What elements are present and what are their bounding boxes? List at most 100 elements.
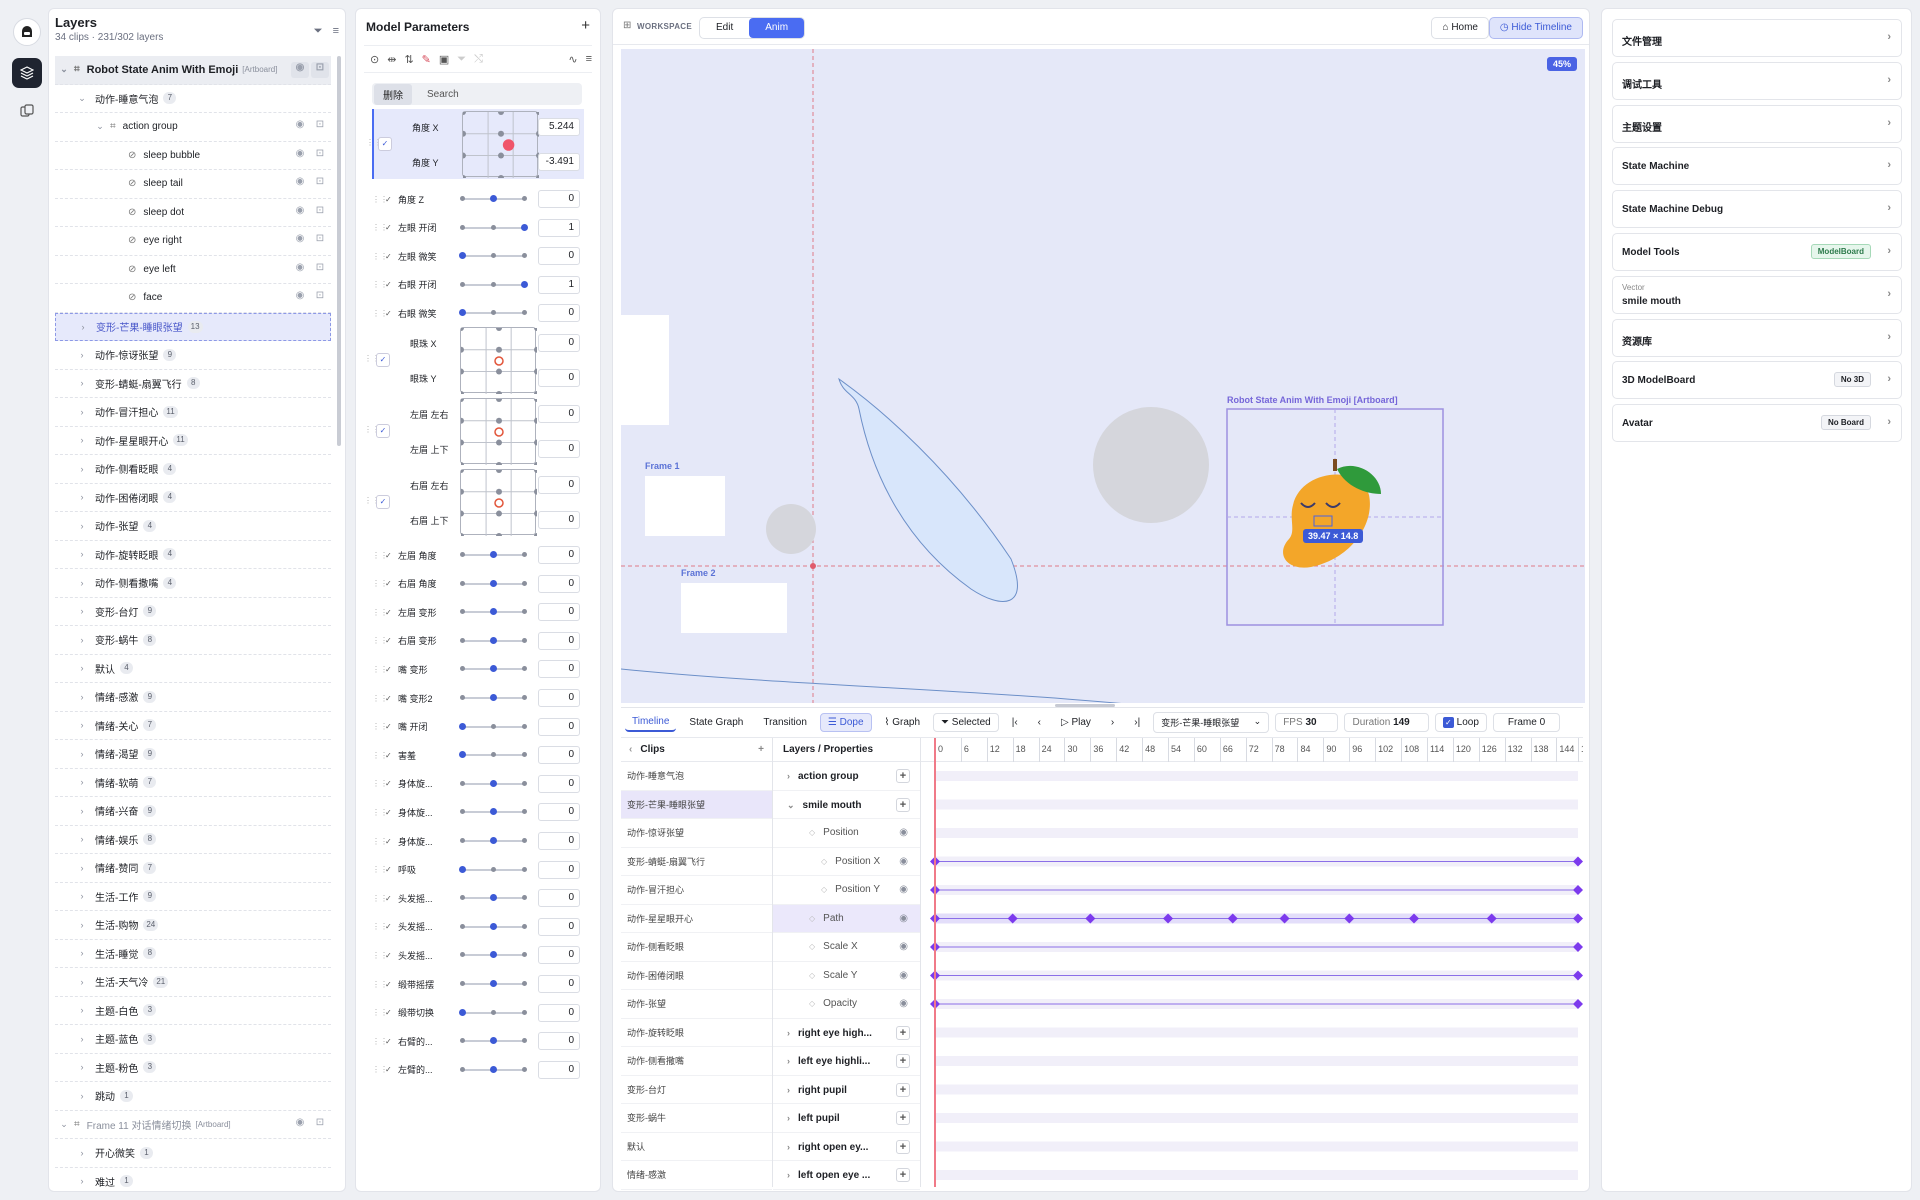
app-logo-icon[interactable] [13,18,41,46]
layer-row[interactable]: › 主题-粉色 3 [55,1054,331,1082]
parameter-row[interactable]: ⋮⋮ ✓ 右眉 角度 0 [372,570,584,598]
frame-field[interactable]: Frame 0 [1492,713,1561,732]
chevron-right-icon[interactable]: › [77,834,87,844]
pen-small-icon[interactable]: ✓ [385,1008,395,1017]
link-toggle-icon[interactable]: ✓ [376,353,390,367]
track-bar[interactable] [935,828,1578,838]
collapse-icon[interactable]: ‹ [629,744,632,755]
clip-item[interactable]: 情绪-感激 [621,1161,772,1190]
chevron-right-icon[interactable]: › [77,1062,87,1072]
parameter-value[interactable]: 0 [538,574,580,593]
layer-row[interactable]: › 情绪-渴望 9 [55,740,331,769]
layer-row[interactable]: › 跳动 1 [55,1082,331,1111]
layer-row[interactable]: › 情绪-感激 9 [55,683,331,712]
chevron-right-icon[interactable]: › [787,771,790,781]
parameter-slider[interactable] [460,779,527,787]
property-row[interactable]: › right pupil + [773,1076,920,1104]
clip-item[interactable]: 变形-台灯 [621,1076,772,1104]
pen-small-icon[interactable]: ✓ [385,579,395,588]
drag-handle-icon[interactable]: ⋮⋮ [372,252,388,261]
pen-small-icon[interactable]: ✓ [385,694,395,703]
track-bar[interactable] [935,1056,1578,1066]
drag-handle-icon[interactable]: ⋮⋮ [372,1037,388,1046]
chevron-right-icon[interactable]: › [77,720,87,730]
clip-item[interactable]: 动作-星星眼开心 [621,905,772,933]
slider-knob[interactable] [490,894,497,902]
drag-handle-icon[interactable]: ⋮⋮ [372,751,388,760]
drag-handle-icon[interactable]: ⋮⋮ [372,722,388,731]
mode-anim[interactable]: Anim [749,18,805,38]
lock-icon[interactable]: ⊡ [311,148,329,164]
frame-ruler[interactable]: 0 6 12 18 24 30 36 42 48 54 60 66 72 78 84 90 96 102 108 11… [921,738,1583,762]
slider-knob[interactable] [490,579,497,587]
parameter-slider[interactable] [460,1065,527,1073]
chevron-right-icon[interactable]: › [77,549,87,559]
slider-knob[interactable] [490,808,497,816]
eye-icon[interactable]: ◉ [291,1117,309,1133]
slider-knob[interactable] [459,1008,466,1016]
eye-icon[interactable]: ◉ [899,933,908,961]
parameter-value[interactable]: 0 [538,631,580,650]
eye-icon[interactable]: ◉ [291,205,309,221]
pen-small-icon[interactable]: ✓ [385,751,395,760]
property-row[interactable]: ◇ Position ◉ [773,819,920,848]
parameter-value[interactable]: 0 [538,439,580,458]
parameter-slider[interactable] [460,951,527,959]
last-frame-button[interactable]: ›| [1127,714,1147,731]
chevron-right-icon[interactable]: › [787,1028,790,1038]
parameter-value[interactable]: 0 [538,832,580,850]
parameter-slider[interactable] [459,865,527,873]
wave-icon[interactable]: ∿ [568,53,577,66]
keyframe-toggle-icon[interactable]: ◇ [809,914,815,923]
drag-handle-icon[interactable]: ⋮⋮ [372,865,388,874]
layer-row[interactable]: ⊘ eye left ◉ ⊡ [55,256,331,284]
slider-knob[interactable] [490,951,497,959]
filter-icon[interactable]: ⏷ [314,25,323,38]
drag-handle-icon[interactable]: ⋮⋮ [372,922,388,931]
parameter-row[interactable]: ⋮⋮ ✓ 缎带摇摆 0 [372,970,584,998]
drag-handle-icon[interactable]: ⋮⋮ [372,665,388,674]
selected-filter-button[interactable]: ⏷ Selected [933,713,999,732]
property-row[interactable]: ◇ Scale X ◉ [773,933,920,962]
drag-handle-icon[interactable]: ⋮⋮ [372,280,388,289]
parameter-slider[interactable] [460,665,527,673]
pen-small-icon[interactable]: ✓ [385,779,395,788]
chevron-down-icon[interactable]: ⌄ [59,64,69,75]
slider-knob[interactable] [490,1065,497,1073]
drag-handle-icon[interactable]: ⋮⋮ [372,808,388,817]
pen-small-icon[interactable]: ✓ [385,665,395,674]
pen-small-icon[interactable]: ✓ [385,894,395,903]
keyframe-toggle-icon[interactable]: ◇ [821,857,827,866]
layer-row[interactable]: › 变形-蜗牛 8 [55,626,331,655]
chevron-down-icon[interactable]: ⌄ [95,121,105,132]
parameter-value[interactable]: 0 [538,510,580,529]
parameter-row[interactable]: ⋮⋮ ✓ 左眉 变形 0 [372,598,584,626]
parameter-row[interactable]: ⋮⋮ ✓ 嘴 变形2 0 [372,684,584,712]
layer-row[interactable]: › 变形-芒果-睡眼张望 13 [55,312,331,341]
frame-1-label[interactable]: Frame 1 [645,461,680,471]
parameter-value[interactable]: 0 [538,333,580,352]
lock-icon[interactable]: ⊡ [311,233,329,249]
parameter-row[interactable]: ⋮⋮ ✓ 嘴 开闭 0 [372,713,584,741]
drag-handle-icon[interactable]: ⋮⋮ [372,694,388,703]
chevron-right-icon[interactable]: › [77,977,87,987]
right-menu-item[interactable]: State Machine › [1612,147,1902,186]
parameter-value[interactable]: 0 [538,1060,580,1079]
sleep-bubble-shape[interactable] [838,377,1018,602]
add-clip-button[interactable]: + [758,738,764,762]
parameter-row[interactable]: ⋮⋮ ✓ 身体旋... 0 [372,827,584,855]
mode-edit[interactable]: Edit [700,18,749,38]
layer-row[interactable]: › 生活-天气冷 21 [55,968,331,997]
tab-timeline[interactable]: Timeline [625,713,677,732]
drag-handle-icon[interactable]: ⋮⋮ [372,894,388,903]
parameter-slider[interactable] [460,579,527,587]
layer-row[interactable]: › 动作-冒汗担心 11 [55,398,331,427]
lock-icon[interactable]: ⊡ [311,290,329,306]
slider-knob[interactable] [490,922,497,930]
slider-knob[interactable] [459,722,466,730]
parameter-slider[interactable] [460,980,527,987]
layer-row[interactable]: › 情绪-赞同 7 [55,854,331,883]
drag-handle-icon[interactable]: ⋮⋮ [372,309,388,318]
parameter-row[interactable]: ⋮⋮ ✓ 呼吸 0 [372,856,584,884]
layer-row[interactable]: › 情绪-关心 7 [55,712,331,740]
